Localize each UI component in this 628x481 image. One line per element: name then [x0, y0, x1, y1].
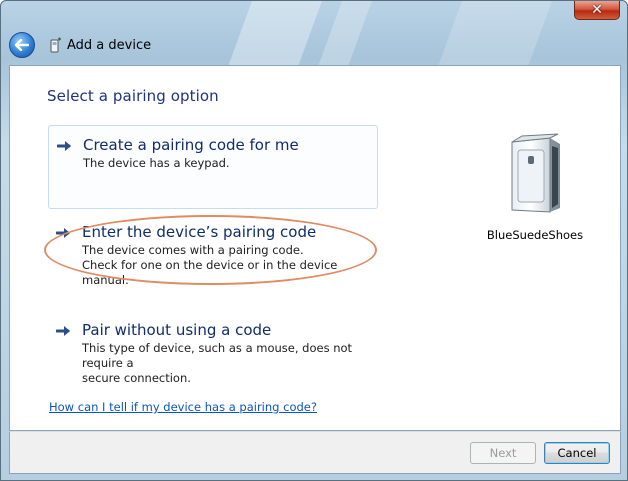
- description-line: secure connection.: [82, 371, 191, 385]
- page-heading: Select a pairing option: [47, 87, 219, 105]
- option-enter-device-code[interactable]: Enter the device’s pairing code The devi…: [48, 213, 378, 287]
- device-name: BlueSuedeShoes: [486, 228, 584, 242]
- content-panel: Select a pairing option Create a pairing…: [9, 65, 621, 431]
- arrow-right-icon: [56, 228, 70, 238]
- device-tower-icon: [511, 133, 560, 213]
- option-description: The device has a keypad.: [83, 156, 367, 171]
- title-bar: Add a device: [9, 29, 609, 61]
- option-title: Create a pairing code for me: [83, 136, 299, 154]
- window-frame: ✕ Add a device Select a pairing option C…: [0, 0, 628, 481]
- close-icon: ✕: [591, 2, 603, 18]
- arrow-right-icon: [57, 141, 71, 151]
- back-button[interactable]: [9, 32, 35, 58]
- description-line: This type of device, such as a mouse, do…: [82, 341, 353, 370]
- option-title: Pair without using a code: [82, 321, 272, 339]
- pairing-code-help-link[interactable]: How can I tell if my device has a pairin…: [49, 400, 317, 414]
- option-pair-without-code[interactable]: Pair without using a code This type of d…: [48, 311, 378, 385]
- arrow-right-icon: [56, 326, 70, 336]
- back-arrow-icon: [15, 39, 29, 51]
- description-line: The device comes with a pairing code.: [82, 243, 304, 257]
- next-button[interactable]: Next: [470, 442, 536, 464]
- option-description: The device comes with a pairing code. Ch…: [82, 243, 368, 288]
- window-title: Add a device: [67, 37, 152, 53]
- device-panel: BlueSuedeShoes: [480, 132, 590, 242]
- description-line: Check for one on the device or in the de…: [82, 258, 338, 287]
- option-description: This type of device, such as a mouse, do…: [82, 341, 368, 386]
- add-device-icon: [50, 37, 61, 53]
- cancel-button[interactable]: Cancel: [544, 442, 610, 464]
- option-create-pairing-code[interactable]: Create a pairing code for me The device …: [48, 125, 378, 209]
- button-bar: Next Cancel: [9, 431, 621, 474]
- option-title: Enter the device’s pairing code: [82, 223, 317, 241]
- description-line: The device has a keypad.: [83, 156, 230, 170]
- close-button[interactable]: ✕: [574, 1, 620, 20]
